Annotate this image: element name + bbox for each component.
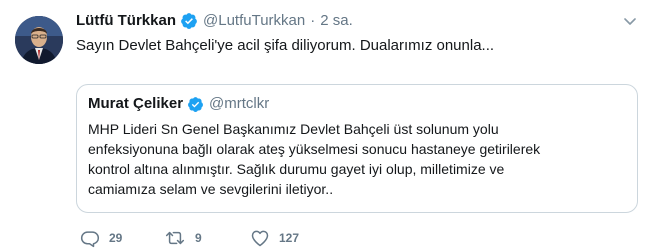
tweet-header: Lütfü Türkkan @LutfuTurkkan · 2 sa. <box>76 10 638 32</box>
like-count: 127 <box>279 231 300 245</box>
header-separator: · <box>310 12 316 29</box>
quoted-author-handle: @mrtclkr <box>209 95 270 112</box>
quoted-text-line: MHP Lideri Sn Genel Başkanımız Devlet Ba… <box>88 121 499 137</box>
quoted-text-line: kontrol altına alınmıştır. Sağlık durumu… <box>88 161 505 177</box>
reply-icon <box>80 231 100 248</box>
tweet-text: Sayın Devlet Bahçeli'ye acil şifa diliyo… <box>76 37 495 54</box>
quoted-tweet-header: Murat Çeliker @mrtclkr <box>88 94 626 114</box>
retweet-button[interactable]: 9 <box>164 228 202 248</box>
quoted-text-line: camiamıza selam ve sevgilerini iletiyor.… <box>88 181 334 197</box>
verified-badge-icon <box>180 12 198 30</box>
retweet-count: 9 <box>195 231 202 245</box>
verified-badge-icon <box>187 96 204 113</box>
quoted-text-line: enfeksiyonuna bağlı olarak ateş yükselme… <box>88 141 541 157</box>
reply-button[interactable]: 29 <box>80 228 122 248</box>
tweet-content: Lütfü Türkkan @LutfuTurkkan · 2 sa. Sayı… <box>76 10 638 56</box>
quoted-tweet[interactable]: Murat Çeliker @mrtclkr MHP Lideri Sn Gen… <box>76 84 638 213</box>
author-handle[interactable]: @LutfuTurkkan <box>203 10 305 32</box>
like-button[interactable]: 127 <box>250 228 299 248</box>
chevron-down-icon[interactable] <box>622 13 638 29</box>
author-name[interactable]: Lütfü Türkkan <box>76 10 176 32</box>
quoted-author-name: Murat Çeliker <box>88 95 184 112</box>
quoted-tweet-text: MHP Lideri Sn Genel Başkanımız Devlet Ba… <box>88 119 626 199</box>
retweet-icon <box>165 231 185 245</box>
heart-icon <box>251 230 269 247</box>
tweet-card[interactable]: Lütfü Türkkan @LutfuTurkkan · 2 sa. Sayı… <box>0 0 649 252</box>
reply-count: 29 <box>109 231 123 245</box>
tweet-timestamp[interactable]: 2 sa. <box>320 10 353 32</box>
avatar[interactable] <box>15 16 63 64</box>
